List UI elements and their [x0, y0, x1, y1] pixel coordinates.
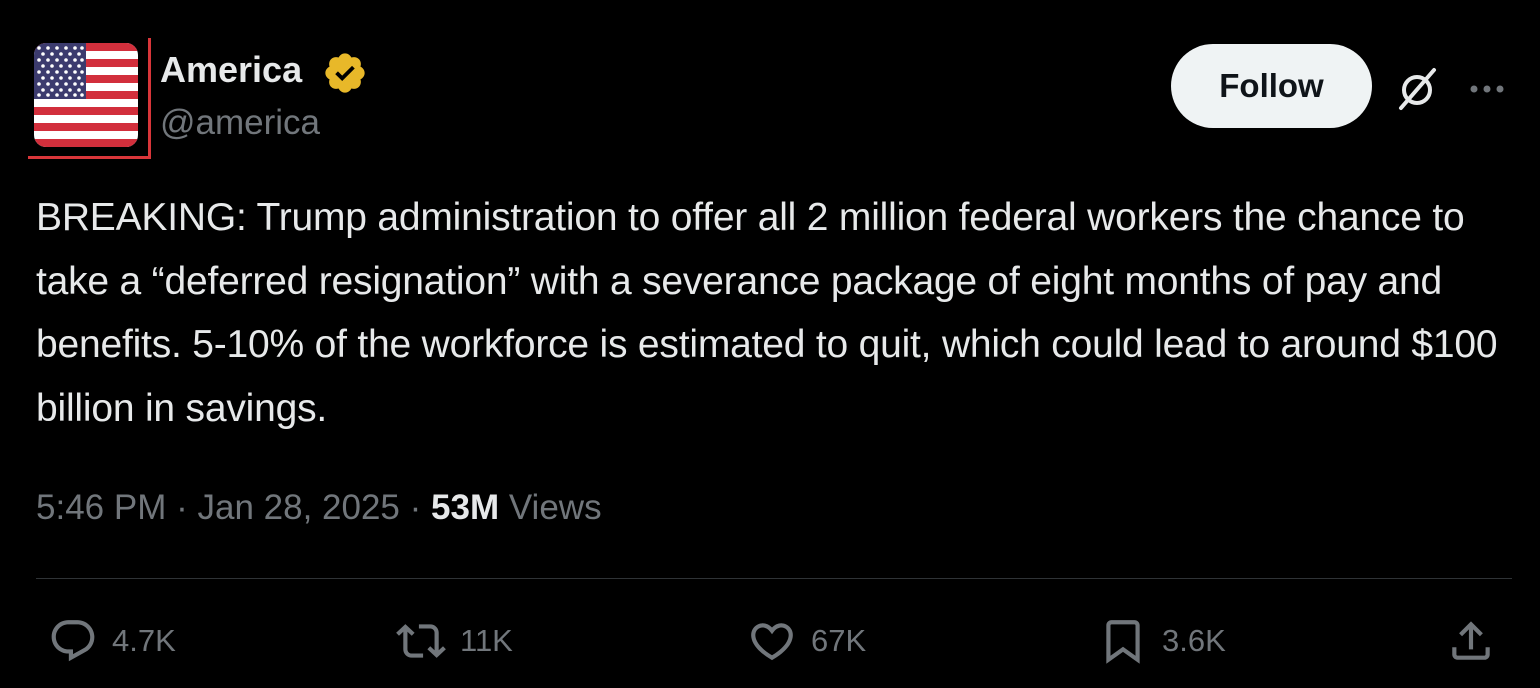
bookmark-button[interactable]: 3.6K: [1098, 613, 1226, 669]
grok-icon[interactable]: [1392, 64, 1442, 114]
retweet-icon: [396, 624, 446, 658]
views-count[interactable]: 53M: [431, 488, 499, 527]
user-handle[interactable]: @america: [160, 101, 320, 145]
bookmark-icon: [1106, 620, 1140, 664]
reply-button[interactable]: 4.7K: [48, 613, 176, 669]
tweet-text: BREAKING: Trump administration to offer …: [36, 196, 1498, 430]
like-button[interactable]: 67K: [747, 613, 866, 669]
share-button[interactable]: [1446, 613, 1496, 669]
display-name[interactable]: America: [160, 48, 302, 92]
divider: [36, 578, 1512, 579]
share-icon: [1452, 621, 1490, 660]
more-icon[interactable]: [1466, 74, 1510, 104]
us-flag-icon: [34, 43, 138, 147]
verified-badge-icon[interactable]: [322, 50, 368, 96]
reply-count: 4.7K: [112, 623, 176, 658]
meta-separator: ·: [176, 488, 188, 527]
tweet-time[interactable]: 5:46 PM: [36, 488, 166, 527]
retweet-count: 11K: [460, 623, 513, 658]
reply-icon: [51, 620, 95, 662]
views-label[interactable]: Views: [509, 488, 602, 527]
follow-button[interactable]: Follow: [1171, 44, 1372, 128]
retweet-button[interactable]: 11K: [396, 613, 513, 669]
tweet-date[interactable]: Jan 28, 2025: [197, 488, 399, 527]
meta-separator: ·: [409, 488, 422, 527]
tweet-meta: 5:46 PM · Jan 28, 2025 · 53M Views: [36, 486, 602, 530]
like-count: 67K: [811, 623, 867, 658]
bookmark-count: 3.6K: [1162, 623, 1226, 658]
avatar[interactable]: [28, 38, 151, 159]
heart-icon: [751, 623, 793, 661]
